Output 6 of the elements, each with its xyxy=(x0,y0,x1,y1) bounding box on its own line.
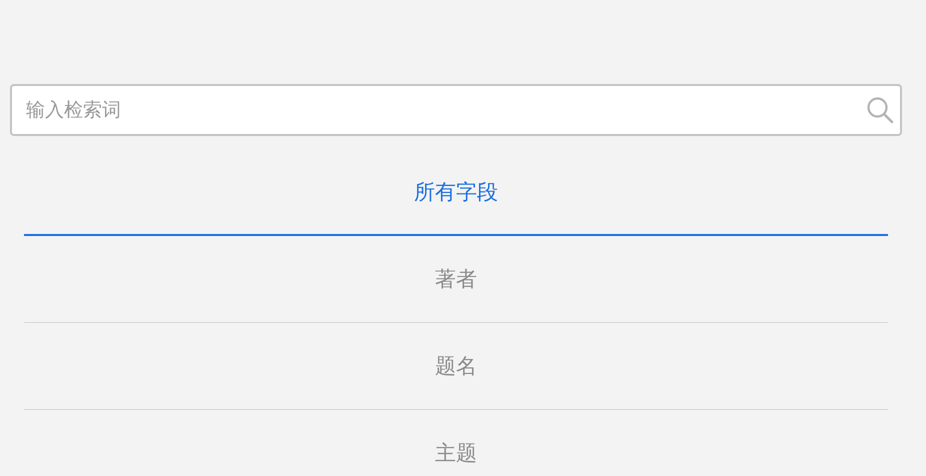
search-icon[interactable] xyxy=(866,96,894,124)
search-field[interactable]: 输入检索词 xyxy=(10,84,902,136)
field-option[interactable]: 主题 xyxy=(24,410,888,476)
field-option[interactable]: 所有字段 xyxy=(24,150,888,236)
field-option[interactable]: 著者 xyxy=(24,236,888,323)
field-option[interactable]: 题名 xyxy=(24,323,888,410)
